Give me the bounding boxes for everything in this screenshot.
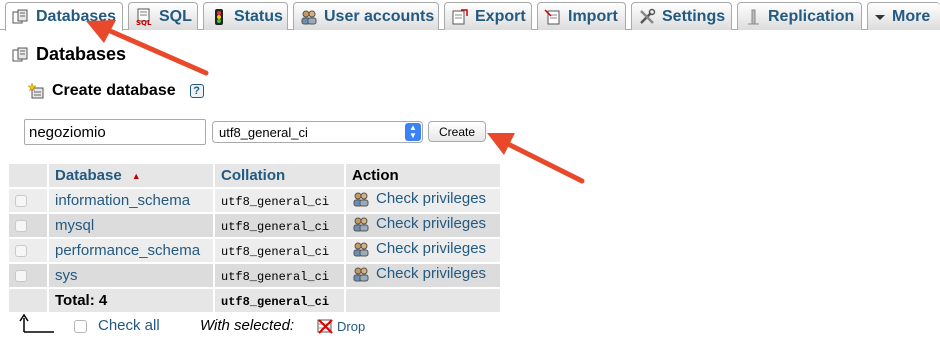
chevron-down-icon (875, 14, 885, 20)
tab-sql[interactable]: SQL SQL (128, 2, 198, 30)
tab-label: Export (475, 7, 526, 25)
create-button[interactable]: Create (428, 121, 486, 142)
tab-label: Settings (662, 7, 726, 25)
check-privileges-link[interactable]: Check privileges (352, 190, 486, 207)
table-row: information_schema utf8_general_ci Check… (9, 189, 500, 212)
tab-label: Status (234, 7, 283, 25)
tab-import[interactable]: Import (537, 2, 626, 30)
export-icon (452, 8, 468, 24)
database-collation: utf8_general_ci (221, 220, 330, 234)
database-link[interactable]: mysql (55, 217, 94, 234)
row-checkbox-cell (9, 239, 47, 262)
total-collation: utf8_general_ci (221, 295, 330, 309)
drop-button[interactable]: Drop (317, 318, 365, 334)
create-database-heading: Create database ? (28, 82, 204, 100)
check-privileges-label: Check privileges (376, 215, 487, 233)
check-all-checkbox[interactable] (74, 320, 87, 333)
tab-status[interactable]: Status (203, 2, 288, 30)
databases-table: Database ▲ Collation Action information_s… (7, 162, 502, 314)
action-header-label: Action (352, 167, 399, 184)
database-icon (12, 9, 28, 24)
row-checkbox-cell (9, 214, 47, 237)
database-link[interactable]: information_schema (55, 192, 190, 209)
tab-label: SQL (159, 7, 192, 25)
table-row: sys utf8_general_ci Check privileges (9, 264, 500, 287)
check-privileges-link[interactable]: Check privileges (352, 215, 486, 232)
tab-export[interactable]: Export (444, 2, 532, 30)
select-arrows-icon: ▲ ▼ (405, 123, 421, 141)
sort-by-database-link[interactable]: Database (55, 167, 122, 184)
tab-label: User accounts (324, 7, 435, 25)
tab-replication[interactable]: Replication (737, 2, 862, 30)
user-privileges-icon (353, 217, 369, 232)
drop-icon (317, 319, 333, 334)
table-header-row: Database ▲ Collation Action (9, 164, 500, 187)
user-accounts-icon (301, 10, 317, 24)
database-collation: utf8_general_ci (221, 245, 330, 259)
header-database[interactable]: Database ▲ (49, 164, 213, 187)
check-privileges-label: Check privileges (376, 265, 487, 283)
database-icon (12, 47, 28, 61)
tab-label: More (892, 7, 931, 25)
help-icon[interactable]: ? (189, 84, 204, 98)
row-checkbox[interactable] (15, 195, 27, 208)
table-row: mysql utf8_general_ci Check privileges (9, 214, 500, 237)
new-database-icon (28, 82, 44, 99)
database-collation: utf8_general_ci (221, 195, 330, 209)
total-empty-cell (9, 289, 47, 312)
total-action-cell (346, 289, 500, 312)
database-name-input[interactable] (24, 119, 206, 145)
replication-icon (748, 9, 759, 24)
sort-ascending-icon: ▲ (131, 171, 141, 182)
sql-icon: SQL (136, 8, 152, 26)
check-privileges-link[interactable]: Check privileges (352, 240, 486, 257)
tab-label: Replication (768, 7, 855, 25)
row-checkbox[interactable] (15, 220, 27, 233)
header-checkbox-cell (9, 164, 47, 187)
tab-label: Databases (36, 8, 117, 25)
tab-settings[interactable]: Settings (631, 2, 732, 30)
page-title-text: Databases (36, 44, 127, 64)
database-link[interactable]: performance_schema (55, 242, 200, 259)
settings-icon (640, 8, 656, 24)
header-collation[interactable]: Collation (215, 164, 344, 187)
database-collation: utf8_general_ci (221, 270, 330, 284)
user-privileges-icon (353, 242, 369, 257)
row-checkbox[interactable] (15, 270, 27, 283)
drop-label: Drop (337, 318, 366, 334)
check-privileges-label: Check privileges (376, 240, 487, 258)
sort-by-collation-link[interactable]: Collation (221, 167, 285, 184)
svg-text:SQL: SQL (136, 19, 152, 26)
row-checkbox[interactable] (15, 245, 27, 258)
header-action: Action (346, 164, 500, 187)
tab-label: Import (568, 7, 618, 25)
table-total-row: Total: 4 utf8_general_ci (9, 289, 500, 312)
user-privileges-icon (353, 267, 369, 282)
row-checkbox-cell (9, 264, 47, 287)
check-all-link[interactable]: Check all (98, 317, 160, 334)
create-database-title: Create database (52, 82, 176, 99)
page-title: Databases (12, 44, 126, 65)
row-checkbox-cell (9, 189, 47, 212)
table-row: performance_schema utf8_general_ci Check… (9, 239, 500, 262)
tab-databases[interactable]: Databases (5, 2, 123, 31)
status-icon (215, 8, 223, 25)
collation-select-value: utf8_general_ci (219, 124, 308, 140)
user-privileges-icon (353, 192, 369, 207)
import-icon (544, 8, 560, 24)
database-link[interactable]: sys (55, 267, 78, 284)
check-privileges-label: Check privileges (376, 190, 487, 208)
with-selected-label: With selected: (200, 317, 295, 334)
select-arrow-icon (19, 313, 54, 333)
top-tab-bar: Databases SQL SQL Status User accounts E… (0, 0, 940, 31)
collation-select[interactable]: utf8_general_ci ▲ ▼ (212, 121, 423, 143)
tab-user-accounts[interactable]: User accounts (293, 2, 439, 30)
check-privileges-link[interactable]: Check privileges (352, 265, 486, 282)
tab-more[interactable]: More (867, 2, 940, 30)
total-count: Total: 4 (55, 292, 108, 309)
